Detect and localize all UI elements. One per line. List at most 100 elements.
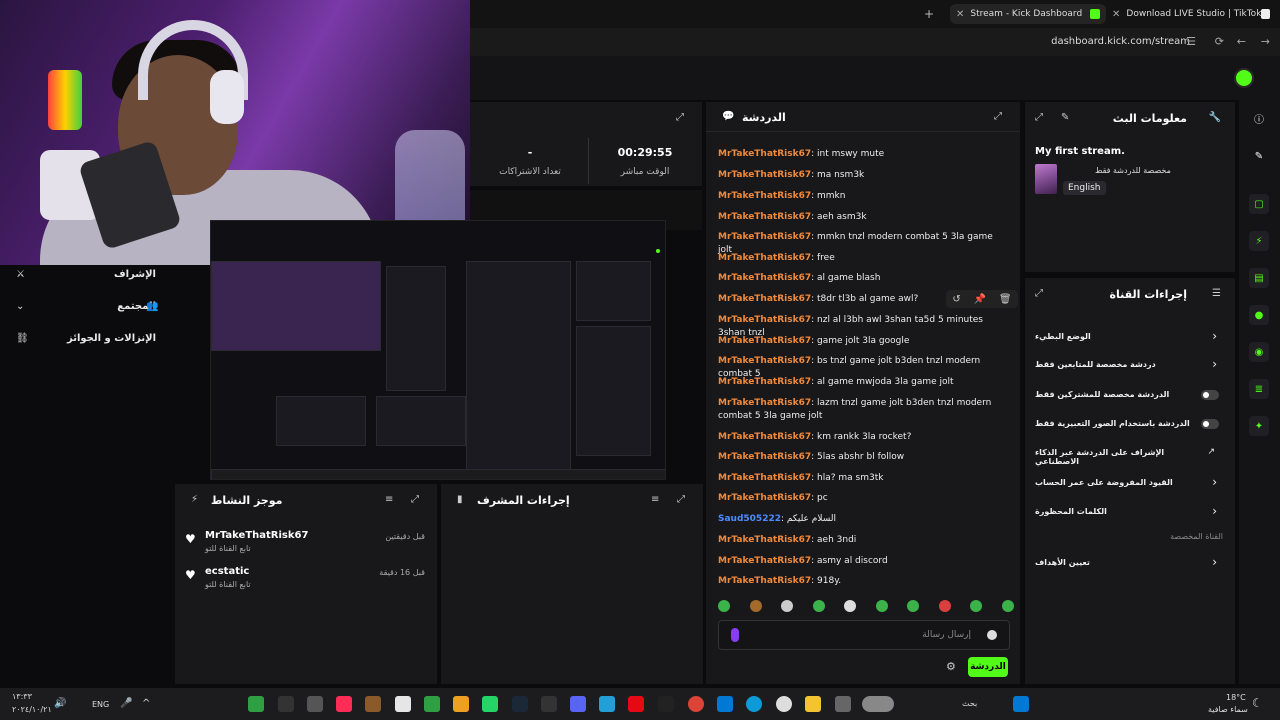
emote-icon[interactable] <box>875 600 888 612</box>
emote-icon[interactable] <box>1001 600 1014 612</box>
folder-icon[interactable] <box>805 696 821 712</box>
chat-username[interactable]: MrTakeThatRisk67 <box>718 493 811 503</box>
tab-kick-dashboard[interactable]: ✕ Stream - Kick Dashboard <box>950 4 1106 24</box>
chevron-up-icon[interactable]: ^ <box>142 698 150 709</box>
minecraft-icon[interactable] <box>365 696 381 712</box>
close-tab-icon[interactable]: ✕ <box>1112 9 1120 20</box>
chat-message[interactable]: MrTakeThatRisk67: ma nsm3k <box>718 169 1008 182</box>
popout-icon[interactable]: ⤢ <box>1035 112 1043 123</box>
chat-username[interactable]: MrTakeThatRisk67 <box>718 294 811 304</box>
emote-icon[interactable] <box>844 600 857 612</box>
emote-icon[interactable] <box>781 600 794 612</box>
user-avatar[interactable] <box>1234 68 1254 88</box>
broadcast-icon[interactable]: ◉ <box>1249 342 1269 362</box>
forward-icon[interactable]: → <box>1261 35 1270 48</box>
sidebar-item-moderation[interactable]: الإشراف <box>114 269 156 280</box>
tab-settings-icon[interactable]: ☰ <box>1186 35 1196 48</box>
input-language[interactable]: ENG <box>92 700 109 709</box>
epic-icon[interactable] <box>541 696 557 712</box>
stream-preview[interactable] <box>210 220 666 480</box>
chat-username[interactable]: MrTakeThatRisk67 <box>718 356 811 366</box>
chat-username[interactable]: MrTakeThatRisk67 <box>718 273 811 283</box>
steam-icon[interactable] <box>512 696 528 712</box>
chat-username[interactable]: MrTakeThatRisk67 <box>718 473 811 483</box>
chat-message[interactable]: MrTakeThatRisk67: al game blash <box>718 272 1008 285</box>
info-icon[interactable]: ⓘ <box>1249 108 1269 128</box>
activity-user[interactable]: ecstatic <box>205 566 249 577</box>
toggle-switch[interactable] <box>1201 390 1219 400</box>
emote-icon[interactable] <box>812 600 825 612</box>
emote-icon[interactable] <box>970 600 983 612</box>
pin-icon[interactable]: 📌 <box>974 294 986 305</box>
activity-user[interactable]: MrTakeThatRisk67 <box>205 530 308 541</box>
chat-message[interactable]: MrTakeThatRisk67: asmy al discord <box>718 555 1008 568</box>
chat-username[interactable]: MrTakeThatRisk67 <box>718 336 811 346</box>
chat-message[interactable]: MrTakeThatRisk67: game jolt 3la google <box>718 335 1008 348</box>
chat-message[interactable]: MrTakeThatRisk67: 5las abshr bl follow <box>718 451 1008 464</box>
epic-icon[interactable] <box>278 696 294 712</box>
chat-message[interactable]: Saud505222: السلام عليكم <box>718 513 1008 526</box>
store-icon[interactable] <box>717 696 733 712</box>
new-tab-button[interactable]: + <box>924 7 934 21</box>
emote-icon[interactable] <box>749 600 762 612</box>
chat-username[interactable]: MrTakeThatRisk67 <box>718 232 811 242</box>
edit-icon[interactable]: ✎ <box>1061 112 1069 123</box>
volume-icon[interactable]: 🔊 <box>54 698 66 709</box>
action-set-goals[interactable]: تعيين الأهداف › <box>1035 554 1225 574</box>
channel-action-item[interactable]: الدردشة باستخدام الصور التعبيرية فقط <box>1035 415 1225 435</box>
xbox-icon[interactable] <box>248 696 264 712</box>
chat-message[interactable]: MrTakeThatRisk67: pc <box>718 492 1008 505</box>
windows-start-icon[interactable] <box>1013 696 1029 712</box>
chat-username[interactable]: MrTakeThatRisk67 <box>718 191 811 201</box>
whatsapp-icon[interactable] <box>482 696 498 712</box>
chat-username[interactable]: MrTakeThatRisk67 <box>718 170 811 180</box>
chat-icon[interactable]: ● <box>1249 305 1269 325</box>
chat-message[interactable]: MrTakeThatRisk67: mmkn <box>718 190 1008 203</box>
chat-message[interactable]: MrTakeThatRisk67: km rankk 3la rocket? <box>718 431 1008 444</box>
search-highlight-icon[interactable] <box>862 696 894 712</box>
discord-icon[interactable] <box>570 696 586 712</box>
mic-icon[interactable] <box>731 628 739 642</box>
task-view-icon[interactable] <box>835 696 851 712</box>
chat-username[interactable]: MrTakeThatRisk67 <box>718 377 811 387</box>
search-icon[interactable] <box>776 696 792 712</box>
emoji-icon[interactable] <box>987 630 997 640</box>
chat-username[interactable]: MrTakeThatRisk67 <box>718 212 811 222</box>
address-bar[interactable]: dashboard.kick.com/stream ⟳ ← → ☰ <box>470 28 1280 56</box>
chat-username[interactable]: MrTakeThatRisk67 <box>718 149 811 159</box>
channel-action-item[interactable]: الإشراف على الدردشة عبر الذكاء الاصطناعي… <box>1035 444 1225 466</box>
popout-icon[interactable]: ⤢ <box>994 111 1002 122</box>
chat-username[interactable]: Saud505222 <box>718 514 781 524</box>
clipboard-icon[interactable]: ▤ <box>1249 268 1269 288</box>
channel-action-item[interactable]: الدردشة مخصصة للمشتركين فقط <box>1035 386 1225 406</box>
emote-icon[interactable] <box>938 600 951 612</box>
chat-message[interactable]: MrTakeThatRisk67: hla? ma sm3tk <box>718 472 1008 485</box>
layers-icon[interactable]: ≣ <box>1249 379 1269 399</box>
app-icon[interactable] <box>307 696 323 712</box>
chat-input[interactable]: إرسال رسالة <box>718 620 1010 650</box>
tab-tiktok[interactable]: ✕ Download LIVE Studio | TikTok <box>1106 4 1276 24</box>
gear-icon[interactable]: ⚙ <box>946 660 956 673</box>
sidebar-item-drops[interactable]: الإنزالات و الجوائز <box>67 333 156 344</box>
filter-icon[interactable]: ≡ <box>385 494 393 505</box>
chat-message[interactable]: MrTakeThatRisk67: int mswy mute <box>718 148 1008 161</box>
chat-username[interactable]: MrTakeThatRisk67 <box>718 315 811 325</box>
wrench-icon[interactable]: ✦ <box>1249 416 1269 436</box>
popout-icon[interactable]: ⤢ <box>411 494 419 505</box>
app-icon[interactable] <box>658 696 674 712</box>
chat-message[interactable]: MrTakeThatRisk67: lazm tnzl game jolt b3… <box>718 397 1008 423</box>
chat-username[interactable]: MrTakeThatRisk67 <box>718 556 811 566</box>
reload-icon[interactable]: ⟳ <box>1215 35 1224 48</box>
chat-username[interactable]: MrTakeThatRisk67 <box>718 398 811 408</box>
search-label[interactable]: بحث <box>962 699 977 708</box>
chat-message[interactable]: MrTakeThatRisk67: 918y. <box>718 575 1008 588</box>
emote-icon[interactable] <box>907 600 920 612</box>
popout-icon[interactable]: ⤢ <box>1035 288 1043 299</box>
channel-action-item[interactable]: دردشة مخصصة للمتابعين فقط › <box>1035 356 1225 376</box>
chat-message[interactable]: MrTakeThatRisk67: aeh 3ndi <box>718 534 1008 547</box>
chat-message[interactable]: MrTakeThatRisk67: al game mwjoda 3la gam… <box>718 376 1008 389</box>
telegram-icon[interactable] <box>599 696 615 712</box>
calculator-icon[interactable] <box>395 696 411 712</box>
close-tab-icon[interactable]: ✕ <box>956 9 964 20</box>
popout-icon[interactable]: ⤢ <box>677 494 685 505</box>
